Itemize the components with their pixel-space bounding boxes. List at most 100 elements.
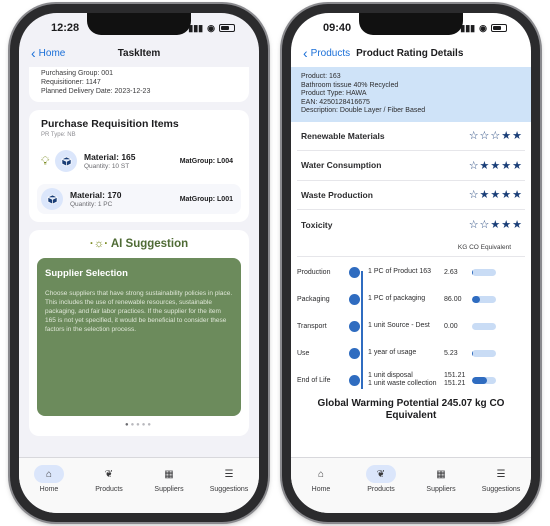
tab-label: Suppliers [426,486,456,493]
back-button[interactable]: ‹ Home [19,45,66,61]
tab-home[interactable]: ⌂ Home [22,465,76,513]
supplier-selection-text: Choose suppliers that have strong sustai… [45,290,233,333]
scroll-content[interactable]: Product: 163 Bathroom tissue 40% Recycle… [291,67,531,457]
back-button[interactable]: ‹ Products [291,45,351,61]
cube-icon [55,150,77,172]
lifecycle-stage: Use [297,349,310,357]
tab-suggestions[interactable]: ☰ Suggestions [474,465,528,513]
back-label: Products [310,47,351,59]
lifecycle-stage: Production [297,268,331,276]
unit-header: KG CO Equivalent [297,240,525,257]
leaf-icon: ❦ [366,465,396,483]
lifecycle-row: Use 1 year of usage 5.23 [291,340,531,367]
global-warming-potential: Global Warming Potential 245.07 kg CO Eq… [317,397,505,421]
rating-row: Renewable Materials ☆☆☆★★ [297,122,525,151]
material-name: Material: 165 [84,152,136,162]
lifecycle-list: Production 1 PC of Product 163 2.63 Pack… [291,259,531,394]
requisition-item[interactable]: Material: 170 Quantity: 1 PC MatGroup: L… [37,184,241,214]
left-phone: 12:28 ▮▮▮ ◉ ‹ Home TaskItem Purchasing G… [10,4,268,522]
tab-label: Suggestions [209,486,249,493]
ai-suggestion-title: AI Suggestion [110,238,189,250]
timeline-dot [349,347,360,359]
rating-name: Toxicity [301,219,333,230]
timeline-dot [349,293,360,305]
tab-bar: ⌂ Home ❦ Products ▦ Suppliers ☰ Suggesti… [19,457,259,513]
timeline-dot [349,266,360,278]
product-ean: EAN: 4250128416675 [301,98,370,106]
lightbulb-icon: ·☼· [89,238,109,250]
requisition-title: Purchase Requisition Items [41,118,179,130]
back-label: Home [38,47,66,59]
requisition-item[interactable]: 💡︎ Material: 165 Quantity: 10 ST MatGrou… [37,146,241,176]
lifecycle-row: Production 1 PC of Product 163 2.63 [291,259,531,286]
page-indicator[interactable]: ●●●●● [37,422,241,428]
lifecycle-description: 1 PC of Product 163 [368,268,432,275]
lifecycle-stage: Packaging [297,295,330,303]
tab-products[interactable]: ❦ Products [354,465,408,513]
lifecycle-value: 151.21 [444,372,466,379]
notch [87,13,191,35]
info-card: Purchasing Group: 001 Requisitioner: 114… [29,67,249,102]
wifi-icon: ◉ [207,22,215,33]
tab-label: Home [311,486,331,493]
star-rating: ☆★★★★ [468,159,523,172]
lifecycle-description: 1 year of usage [368,349,417,356]
lifecycle-description: 1 unit Source - Dest [368,322,430,329]
tab-products[interactable]: ❦ Products [82,465,136,513]
star-rating: ☆★★★★ [468,189,523,202]
timeline-dot [349,374,360,386]
tab-bar: ⌂ Home ❦ Products ▦ Suppliers ☰ Suggesti… [291,457,531,513]
lifecycle-bar-fill [472,295,481,303]
requisition-card: Purchase Requisition Items PR Type: NB 💡… [29,110,249,222]
lifecycle-value: 86.00 [444,295,462,303]
notch [359,13,463,35]
chevron-left-icon: ‹ [303,45,308,61]
rating-row: Waste Production ☆★★★★ [297,181,525,210]
tab-home[interactable]: ⌂ Home [294,465,348,513]
page-title: TaskItem [117,47,161,59]
home-icon: ⌂ [317,468,325,480]
supplier-selection-card[interactable]: Supplier Selection Choose suppliers that… [37,258,241,416]
lifecycle-value: 2.63 [444,268,458,276]
lifecycle-value: 0.00 [444,322,458,330]
lifecycle-bar-fill [472,349,473,357]
lifecycle-bar [472,268,496,276]
lifecycle-row: Transport 1 unit Source - Dest 0.00 [291,313,531,340]
building-icon: ▦ [164,468,174,480]
supplier-selection-title: Supplier Selection [45,268,128,279]
tab-label: Suppliers [154,486,184,493]
tab-suggestions[interactable]: ☰ Suggestions [202,465,256,513]
battery-icon [219,24,235,32]
ai-suggestion-card: ·☼· AI Suggestion Supplier Selection Cho… [29,230,249,436]
ai-suggestion-header: ·☼· AI Suggestion [37,238,241,250]
product-name: Bathroom tissue 40% Recycled [301,81,399,89]
tab-suppliers[interactable]: ▦ Suppliers [414,465,468,513]
battery-icon [491,24,507,32]
purchasing-group: Purchasing Group: 001 [41,70,113,77]
star-rating: ☆☆★★★ [468,219,523,232]
lifecycle-row: End of Life 1 unit disposal 1 unit waste… [291,367,531,394]
chevron-left-icon: ‹ [31,45,36,61]
lifecycle-stage: Transport [297,322,327,330]
lifecycle-bar [472,376,496,384]
lifecycle-description: 1 PC of packaging [368,295,426,302]
material-quantity: Quantity: 1 PC [70,201,113,208]
rating-list: Renewable Materials ☆☆☆★★ Water Consumpt… [291,122,531,240]
lightbulb-icon: 💡︎ [41,153,50,168]
material-group: MatGroup: L004 [179,157,233,165]
lifecycle-stage: End of Life [297,376,331,384]
home-icon: ⌂ [34,465,64,483]
nav-bar: ‹ Home TaskItem [19,41,259,65]
tab-suppliers[interactable]: ▦ Suppliers [142,465,196,513]
leaf-icon: ❦ [104,468,114,480]
lifecycle-value-secondary: 151.21 [444,380,466,387]
right-screen: 09:40 ▮▮▮ ◉ ‹ Products Product Rating De… [291,13,531,513]
scroll-content[interactable]: Purchasing Group: 001 Requisitioner: 114… [19,67,259,457]
status-time: 12:28 [51,22,80,34]
star-rating: ☆☆☆★★ [468,130,523,143]
tab-label: Suggestions [481,486,521,493]
lifecycle-row: Packaging 1 PC of packaging 86.00 [291,286,531,313]
nav-bar: ‹ Products Product Rating Details [291,41,531,65]
rating-row: Toxicity ☆☆★★★ [297,210,525,240]
product-type: Product Type: HAWA [301,90,367,97]
